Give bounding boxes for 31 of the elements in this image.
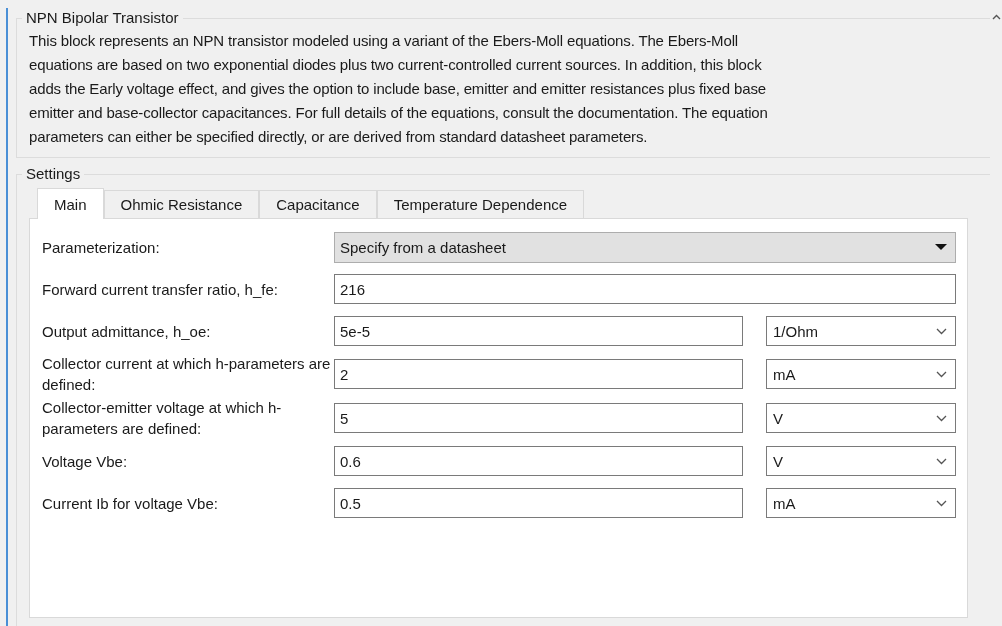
input-field[interactable]: 216 bbox=[334, 274, 956, 304]
parameter-label: Collector-emitter voltage at which h-parameters are defined: bbox=[42, 398, 283, 439]
chevron-down-icon bbox=[936, 414, 947, 422]
description-text: This block represents an NPN transistor modeled using a variant of the Ebers-Moll equations. The Ebers-Moll equations are based on two exponential diodes plus two current-controlled current sources. In addition, this block adds the Early voltage effect, and gives the option to include base, emitter and emitter resistances plus fixed base emitter and base-collector capacitances. For full details of the equations, consult the documentation. The equation parameters can either be specified directly, or are derived from standard datasheet parameters. bbox=[29, 31, 769, 147]
parameter-label: Collector current at which h-parameters are defined: bbox=[42, 354, 332, 395]
chevron-down-icon bbox=[936, 457, 947, 465]
parameter-label: Output admittance, h_oe: bbox=[42, 321, 212, 342]
tab[interactable]: Ohmic Resistance bbox=[103, 190, 260, 218]
unit-dropdown[interactable]: V bbox=[766, 446, 956, 476]
parameterization-dropdown[interactable]: Specify from a datasheet bbox=[334, 231, 956, 263]
tab[interactable]: Capacitance bbox=[259, 190, 377, 218]
tab[interactable]: Main bbox=[37, 188, 104, 219]
chevron-down-icon bbox=[936, 327, 947, 335]
parameter-label: Voltage Vbe: bbox=[42, 451, 129, 472]
unit-dropdown[interactable]: mA bbox=[766, 359, 956, 389]
chevron-down-icon bbox=[936, 370, 947, 378]
input-field[interactable]: 0.6 bbox=[334, 446, 743, 476]
unit-dropdown[interactable]: V bbox=[766, 403, 956, 433]
parameter-label: Forward current transfer ratio, h_fe: bbox=[42, 279, 279, 300]
chevron-down-icon bbox=[936, 499, 947, 507]
input-field[interactable]: 5e-5 bbox=[334, 316, 743, 346]
parameter-label: Current Ib for voltage Vbe: bbox=[42, 493, 219, 514]
input-field[interactable]: 5 bbox=[334, 403, 743, 433]
unit-dropdown[interactable]: mA bbox=[766, 488, 956, 518]
input-field[interactable]: 2 bbox=[334, 359, 743, 389]
scroll-up-icon[interactable] bbox=[991, 14, 1001, 20]
dropdown-arrow-icon bbox=[935, 244, 947, 250]
tab[interactable]: Temperature Dependence bbox=[376, 190, 585, 218]
input-field[interactable]: 0.5 bbox=[334, 488, 743, 518]
unit-dropdown[interactable]: 1/Ohm bbox=[766, 316, 956, 346]
parameter-label: Parameterization: bbox=[42, 237, 161, 258]
